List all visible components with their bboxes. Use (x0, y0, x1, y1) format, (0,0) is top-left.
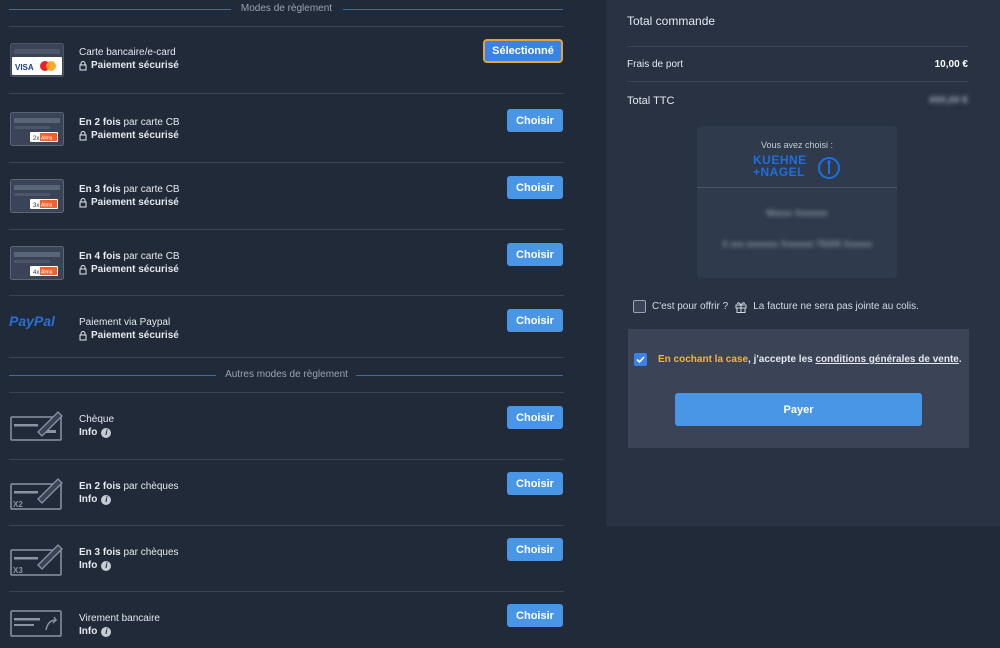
svg-text:X2: X2 (13, 500, 23, 509)
card-alma-2x-icon: 2x Alma (10, 112, 64, 146)
payment-option-transfer[interactable]: Virement bancaire Info i Choisir (9, 591, 564, 648)
svg-text:Alma: Alma (41, 136, 53, 142)
terms-link[interactable]: conditions générales de vente (815, 354, 958, 365)
paypal-logo: PayPal (9, 313, 55, 329)
payment-option-card[interactable]: VISA Carte bancaire/e-card Paiement sécu… (9, 26, 564, 93)
payment-option-card-3x[interactable]: 3x Alma En 3 fois par carte CB Paiement … (9, 162, 564, 229)
kuehne-nagel-logo: KUEHNE +NAGEL (753, 153, 807, 179)
summary-title: Total commande (627, 14, 716, 28)
info-icon[interactable]: i (101, 495, 112, 505)
info-icon[interactable]: i (101, 561, 112, 571)
cheque-x3-icon: X3 (10, 544, 63, 576)
total-value: ###,## € (929, 95, 968, 106)
carrier-chosen-label: Vous avez choisi : (760, 140, 834, 150)
terms-box: En cochant la case, j'accepte les condit… (628, 329, 969, 448)
payment-option-cheque[interactable]: Chèque Info i Choisir (9, 392, 564, 459)
gift-checkbox[interactable] (633, 300, 646, 313)
svg-text:X3: X3 (13, 566, 23, 575)
cheque-icon (10, 411, 63, 441)
secure-label: Paiement sécurisé (91, 60, 179, 71)
shipping-label: Frais de port (627, 59, 684, 70)
choose-button[interactable]: Choisir (507, 472, 563, 495)
payment-option-card-2x[interactable]: 2x Alma En 2 fois par carte CB Paiement … (9, 93, 564, 162)
gift-label: C'est pour offrir ? (652, 301, 729, 312)
section-header-other: Autres modes de règlement (9, 357, 564, 392)
choose-button[interactable]: Choisir (507, 406, 563, 429)
terms-text: En cochant la case, j'accepte les condit… (658, 354, 962, 365)
payment-option-cheque-2x[interactable]: X2 En 2 fois par chèques Info i Choisir (9, 459, 564, 525)
lock-icon (79, 61, 87, 71)
svg-text:4x: 4x (33, 270, 39, 276)
choose-button[interactable]: Choisir (507, 243, 563, 266)
choose-button[interactable]: Choisir (507, 176, 563, 199)
terms-checkbox[interactable] (634, 353, 647, 366)
choose-button[interactable]: Choisir (507, 109, 563, 132)
svg-text:Alma: Alma (41, 270, 53, 276)
payment-option-paypal[interactable]: PayPal Paiement via Paypal Paiement sécu… (9, 295, 564, 357)
pickup-point-address: X xxx xxxxxxx Xxxxxxx 75000 Xxxxxx (721, 239, 873, 249)
svg-text:Alma: Alma (41, 203, 53, 209)
choose-button[interactable]: Choisir (507, 309, 563, 332)
credit-card-visa-mastercard-icon: VISA (10, 43, 64, 77)
svg-text:2x: 2x (33, 136, 39, 142)
carrier-box: Vous avez choisi : KUEHNE +NAGEL Mxxxx X… (697, 126, 897, 278)
info-icon[interactable]: i (101, 428, 112, 438)
card-alma-4x-icon: 4x Alma (10, 246, 64, 280)
pay-button[interactable]: Payer (675, 393, 922, 426)
order-summary: Total commande Frais de port 10,00 € Tot… (606, 0, 1000, 526)
invoice-note: La facture ne sera pas jointe au colis. (753, 301, 919, 312)
payment-methods: Modes de règlement VISA Carte bancaire/e… (9, 0, 564, 648)
method-label: Carte bancaire/e-card (79, 47, 176, 58)
cheque-x2-icon: X2 (10, 478, 63, 510)
gift-row: C'est pour offrir ? La facture ne sera p… (633, 300, 919, 313)
svg-text:3x: 3x (33, 203, 39, 209)
kuehne-nagel-anchor-icon (818, 157, 840, 179)
total-label: Total TTC (627, 95, 675, 107)
shipping-value: 10,00 € (934, 59, 968, 70)
bank-transfer-icon (10, 610, 62, 637)
checkmark-icon (636, 356, 645, 364)
choose-button[interactable]: Choisir (507, 538, 563, 561)
lock-icon (79, 265, 87, 275)
selected-button[interactable]: Sélectionné (483, 39, 563, 63)
gift-icon (735, 301, 747, 313)
lock-icon (79, 131, 87, 141)
choose-button[interactable]: Choisir (507, 604, 563, 627)
card-alma-3x-icon: 3x Alma (10, 179, 64, 213)
payment-option-cheque-3x[interactable]: X3 En 3 fois par chèques Info i Choisir (9, 525, 564, 591)
payment-option-card-4x[interactable]: 4x Alma En 4 fois par carte CB Paiement … (9, 229, 564, 295)
lock-icon (79, 331, 87, 341)
pickup-point-name: Mxxxx Xxxxxxx (766, 208, 828, 218)
lock-icon (79, 198, 87, 208)
info-icon[interactable]: i (101, 627, 112, 637)
svg-text:VISA: VISA (15, 63, 34, 72)
section-header-payment: Modes de règlement (9, 0, 564, 26)
